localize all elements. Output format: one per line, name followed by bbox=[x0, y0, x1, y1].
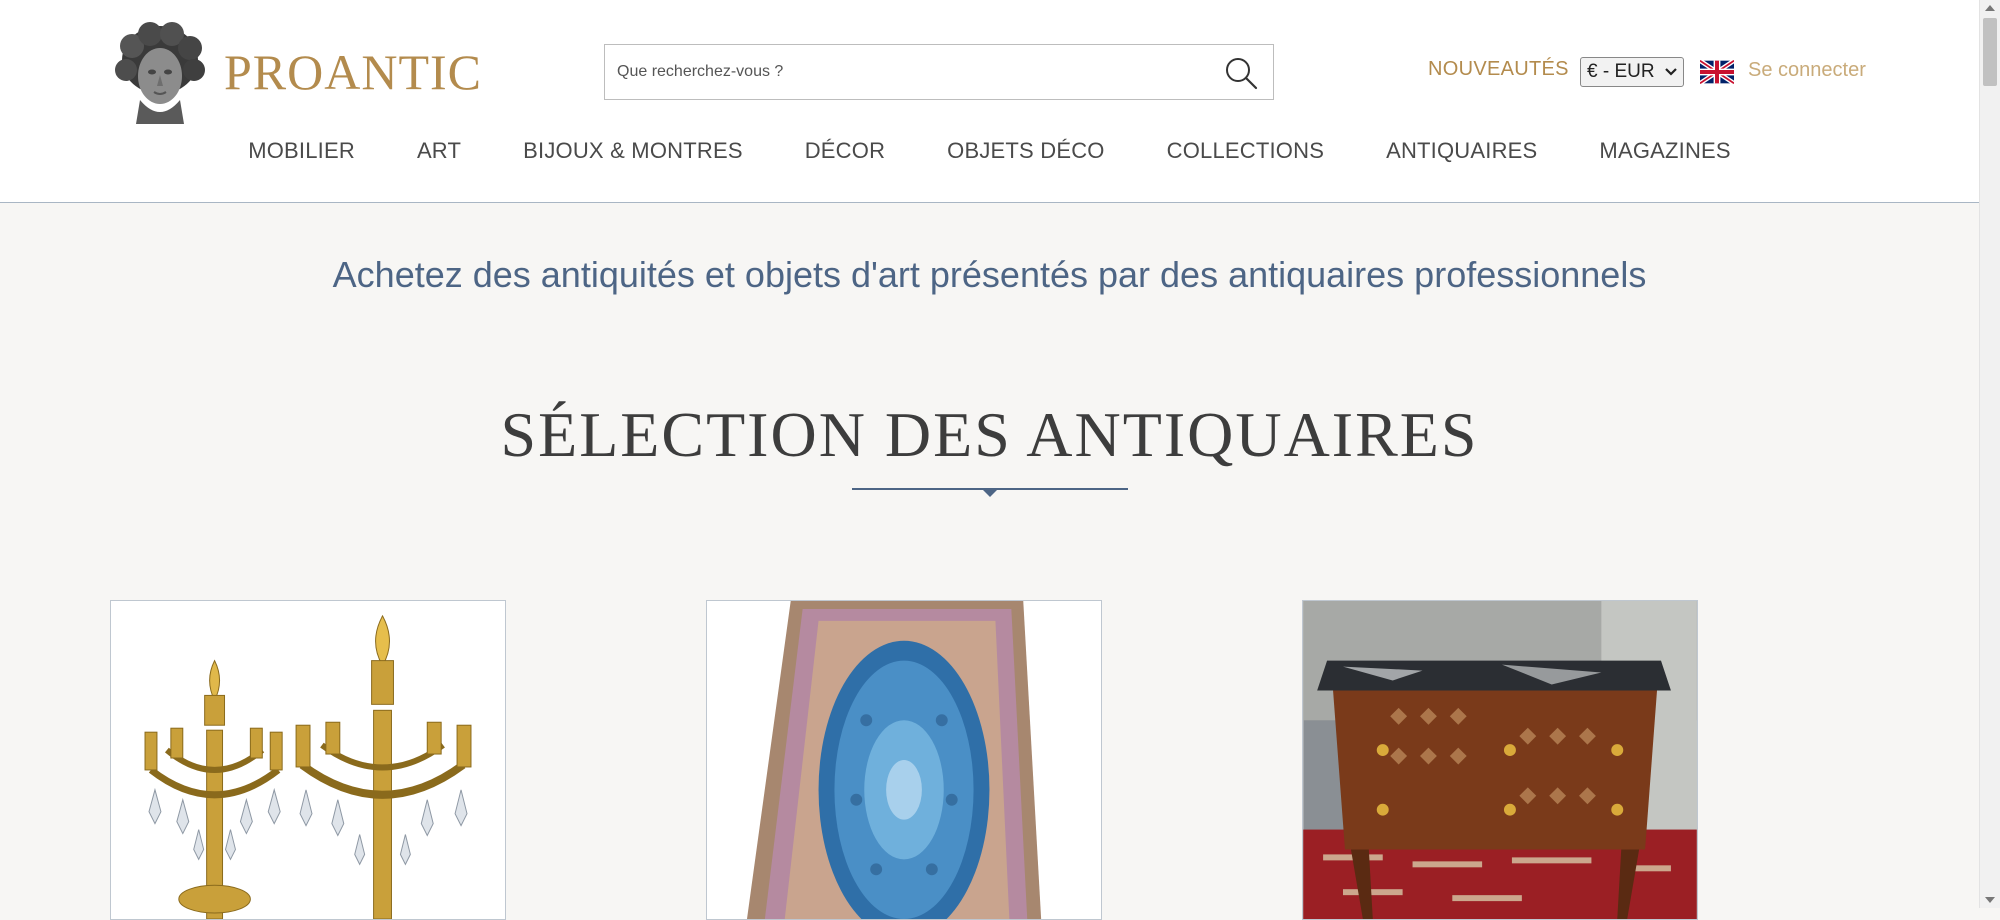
chevron-down-icon bbox=[1665, 68, 1677, 76]
brand-name: PROANTIC bbox=[224, 44, 483, 100]
login-link[interactable]: Se connecter bbox=[1748, 59, 1866, 82]
nav-item-objets-deco[interactable]: OBJETS DÉCO bbox=[947, 138, 1104, 164]
search-box bbox=[604, 44, 1274, 100]
scroll-up-arrow-icon[interactable] bbox=[1985, 5, 1995, 11]
commode-image bbox=[1303, 601, 1697, 919]
site-header: PROANTIC NOUVEAUTÉS € - EUR Se connecter… bbox=[0, 0, 1979, 203]
product-card-commode[interactable] bbox=[1302, 600, 1698, 920]
nav-item-magazines[interactable]: MAGAZINES bbox=[1599, 138, 1730, 164]
scrollbar-thumb[interactable] bbox=[1983, 18, 1997, 86]
search-input[interactable] bbox=[605, 45, 1217, 99]
nav-item-bijoux-montres[interactable]: BIJOUX & MONTRES bbox=[523, 138, 743, 164]
nouveautes-link[interactable]: NOUVEAUTÉS bbox=[1428, 58, 1569, 81]
candelabras-image bbox=[111, 601, 505, 919]
silk-rug-image bbox=[707, 601, 1101, 919]
nav-item-art[interactable]: ART bbox=[417, 138, 461, 164]
currency-value: € - EUR bbox=[1587, 61, 1655, 82]
tagline: Achetez des antiquités et objets d'art p… bbox=[332, 254, 1647, 295]
uk-flag-icon[interactable] bbox=[1700, 60, 1734, 84]
main-nav: MOBILIER ART BIJOUX & MONTRES DÉCOR OBJE… bbox=[0, 138, 1979, 164]
product-card-rug[interactable] bbox=[706, 600, 1102, 920]
scroll-down-arrow-icon[interactable] bbox=[1985, 897, 1995, 903]
section-title: SÉLECTION DES ANTIQUAIRES bbox=[500, 399, 1479, 470]
nav-item-antiquaires[interactable]: ANTIQUAIRES bbox=[1386, 138, 1537, 164]
product-card-candelabras[interactable] bbox=[110, 600, 506, 920]
currency-select[interactable]: € - EUR bbox=[1580, 57, 1684, 87]
title-divider bbox=[852, 488, 1128, 497]
page-scrollbar[interactable] bbox=[1979, 0, 2000, 908]
nav-item-mobilier[interactable]: MOBILIER bbox=[248, 138, 355, 164]
nav-item-collections[interactable]: COLLECTIONS bbox=[1167, 138, 1324, 164]
logo[interactable]: PROANTIC bbox=[110, 20, 482, 124]
search-icon[interactable] bbox=[1223, 55, 1259, 91]
bust-logo-icon bbox=[115, 22, 205, 124]
nav-item-decor[interactable]: DÉCOR bbox=[805, 138, 885, 164]
